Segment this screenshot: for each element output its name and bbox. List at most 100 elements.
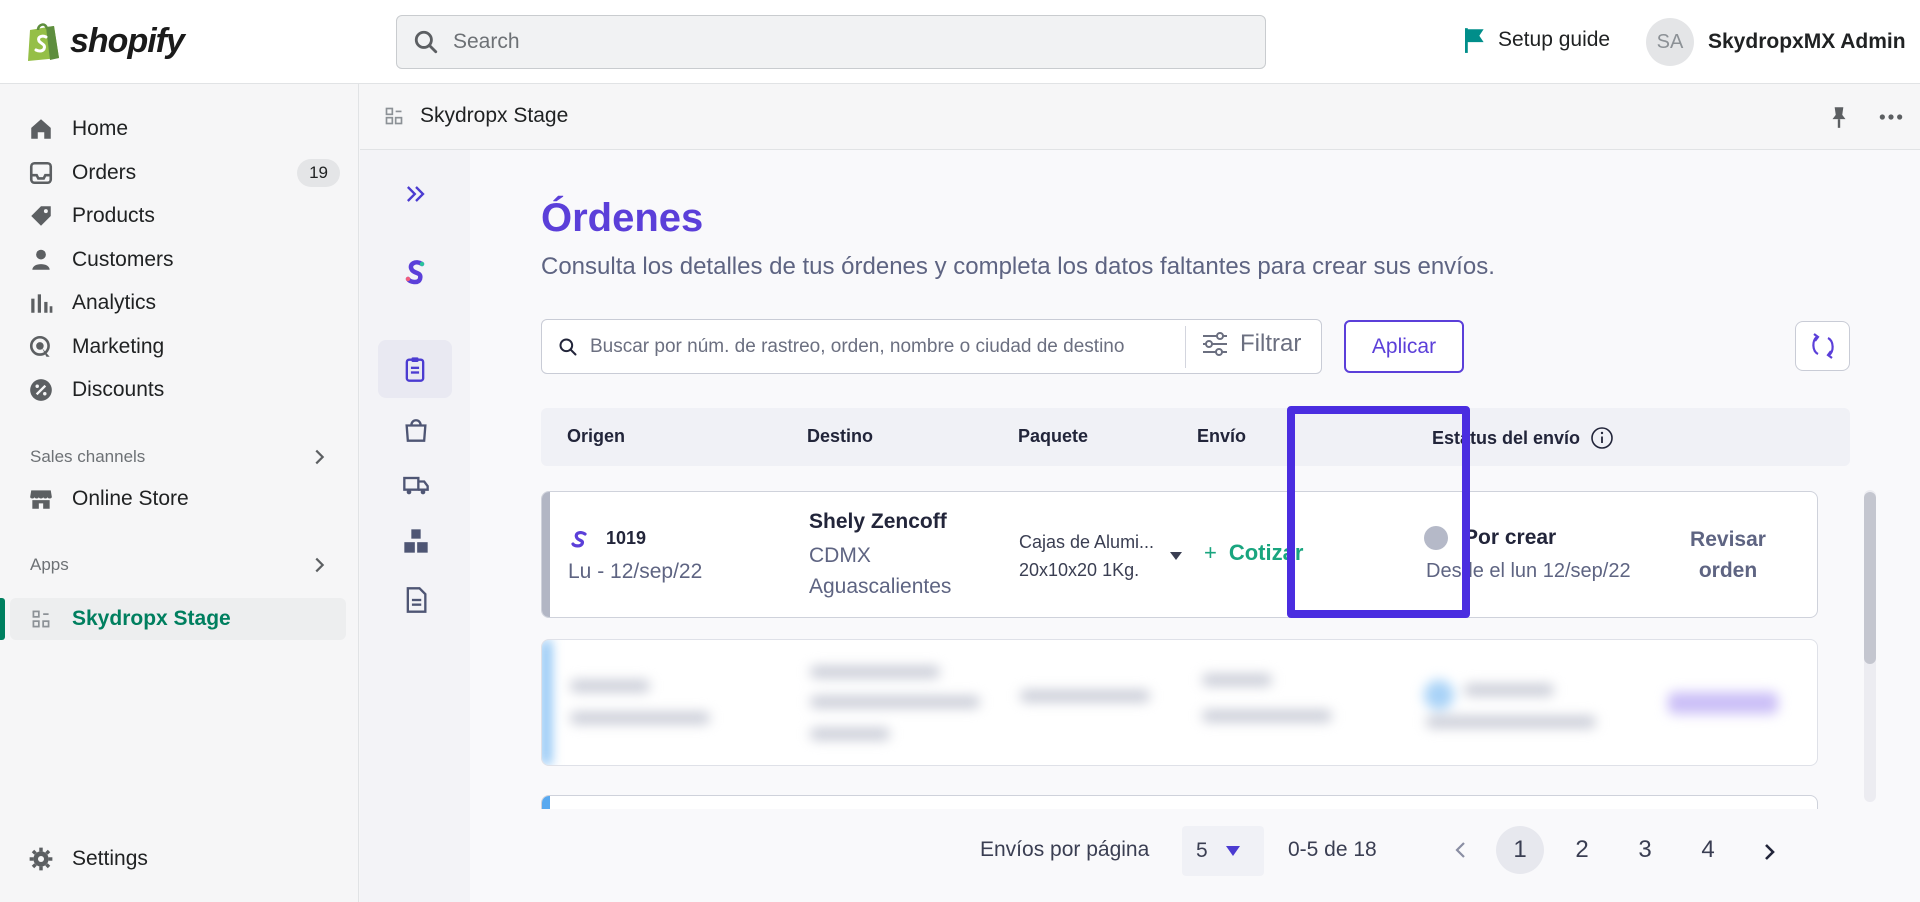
skydropx-logo-icon (405, 260, 425, 285)
person-icon (32, 249, 50, 270)
sidebar-item-label: Orders (72, 161, 137, 184)
orders-search-input[interactable] (590, 335, 1190, 358)
sales-channels-header[interactable]: Sales channels (30, 446, 330, 468)
previous-page-button[interactable] (1452, 840, 1470, 865)
placeholder-bar (1464, 684, 1554, 696)
placeholder-bar (570, 680, 650, 692)
quote-label: Cotizar (1228, 540, 1304, 565)
page-button-2[interactable]: 2 (1558, 826, 1606, 874)
top-bar: shopify Setup guide SA SkydropxMX Admin (0, 0, 1920, 84)
shopify-logo[interactable]: shopify (24, 20, 185, 62)
global-search[interactable] (396, 15, 1266, 69)
rail-shipments[interactable] (392, 461, 440, 509)
page-button-1[interactable]: 1 (1496, 826, 1544, 874)
sidebar-item-marketing[interactable]: Marketing (28, 328, 342, 366)
sidebar-item-products[interactable]: Products (28, 197, 342, 235)
order-date: Lu - 12/sep/22 (568, 560, 703, 583)
tag-icon (31, 206, 51, 226)
boxes-icon (404, 529, 428, 553)
quote-shipping-button[interactable]: + Cotizar (1204, 540, 1303, 566)
page-title: Órdenes (541, 196, 704, 240)
rail-packages[interactable] (392, 517, 440, 565)
avatar: SA (1646, 18, 1694, 66)
caret-down-icon (1225, 846, 1240, 856)
results-range: 0-5 de 18 (1288, 838, 1377, 861)
info-icon[interactable] (1590, 426, 1614, 450)
column-destination[interactable]: Destino (807, 426, 873, 447)
app-rail (360, 150, 470, 902)
pagination: Envíos por página 5 0-5 de 18 1 2 3 4 (470, 800, 1920, 900)
setup-guide-button[interactable]: Setup guide (1462, 26, 1610, 54)
review-line-1: Revisar (1690, 528, 1766, 551)
sidebar-item-analytics[interactable]: Analytics (28, 284, 342, 322)
sidebar-item-discounts[interactable]: Discounts (28, 371, 342, 409)
shopify-bag-icon (28, 23, 59, 61)
apps-header[interactable]: Apps (30, 554, 330, 576)
sidebar-item-label: Home (72, 117, 129, 140)
status-since: Desde el lun 12/sep/22 (1426, 560, 1631, 582)
sidebar-item-home[interactable]: Home (28, 110, 342, 148)
sidebar-item-label: Skydropx Stage (72, 607, 231, 630)
destination-state: Aguascalientes (809, 575, 952, 598)
caret-down-icon[interactable] (1170, 552, 1182, 560)
table-scrollbar-thumb[interactable] (1864, 492, 1876, 664)
rail-orders[interactable] (378, 340, 452, 398)
table-row[interactable]: 1019 Lu - 12/sep/22 Shely Zencoff CDMX A… (541, 491, 1818, 618)
column-origin[interactable]: Origen (567, 426, 625, 447)
rail-shop[interactable] (392, 405, 440, 453)
row-status-accent (542, 640, 550, 765)
placeholder-bar (1202, 710, 1332, 722)
sidebar-item-skydropx-stage[interactable]: Skydropx Stage (28, 600, 342, 638)
placeholder-bar (1020, 690, 1150, 702)
package-name[interactable]: Cajas de Alumi... (1019, 528, 1154, 556)
review-order-link[interactable]: Revisar orden (1668, 524, 1788, 586)
status-label: Por crear (1464, 526, 1557, 549)
column-package[interactable]: Paquete (1018, 426, 1088, 447)
app-title-actions (1826, 104, 1904, 130)
placeholder-bar (570, 712, 710, 724)
page-button-3[interactable]: 3 (1621, 826, 1669, 874)
sidebar-item-settings[interactable]: Settings (28, 840, 342, 878)
placeholder-bar (810, 696, 980, 708)
blurred-content (542, 640, 1817, 765)
refresh-button[interactable] (1795, 321, 1850, 371)
user-menu[interactable]: SA SkydropxMX Admin (1646, 18, 1906, 66)
home-icon (31, 119, 51, 139)
filter-divider (1185, 326, 1186, 368)
per-page-select[interactable]: 5 (1182, 826, 1264, 876)
rail-documents[interactable] (392, 576, 440, 624)
sidebar-item-online-store[interactable]: Online Store (28, 480, 342, 518)
sliders-icon (1203, 332, 1227, 356)
chevron-right-icon (1765, 844, 1775, 860)
placeholder-bar (810, 728, 890, 740)
sidebar-item-label: Marketing (72, 335, 165, 358)
search-input[interactable] (453, 30, 1213, 54)
document-icon (406, 587, 427, 613)
plus-icon: + (1204, 540, 1217, 565)
sidebar-item-label: Analytics (72, 291, 157, 314)
clipboard-icon (405, 357, 425, 382)
orders-search[interactable]: Filtrar (541, 319, 1322, 374)
page-button-4[interactable]: 4 (1684, 826, 1732, 874)
more-horizontal-icon[interactable] (1878, 104, 1904, 130)
skydropx-logo-icon (571, 530, 587, 547)
column-shipping[interactable]: Envío (1197, 426, 1246, 447)
setup-guide-label: Setup guide (1498, 28, 1611, 51)
flag-icon (1464, 28, 1484, 53)
next-page-button[interactable] (1760, 842, 1778, 867)
app-frame: Órdenes Consulta los detalles de tus órd… (360, 150, 1920, 902)
gear-icon (29, 847, 53, 871)
expand-rail-button[interactable] (392, 170, 440, 218)
search-icon (559, 338, 577, 355)
status-dot (1424, 526, 1448, 550)
sidebar-item-customers[interactable]: Customers (28, 241, 342, 279)
pin-icon[interactable] (1826, 104, 1852, 130)
placeholder-bar (1426, 716, 1596, 728)
sidebar-item-orders[interactable]: Orders 19 (28, 154, 342, 192)
brand-wordmark: shopify (70, 21, 185, 60)
filter-button[interactable]: Filtrar (1200, 329, 1301, 359)
order-number: 1019 (606, 528, 647, 548)
apply-button[interactable]: Aplicar (1344, 320, 1464, 373)
column-status[interactable]: Estatus del envío (1432, 426, 1614, 450)
store-icon (30, 490, 52, 509)
